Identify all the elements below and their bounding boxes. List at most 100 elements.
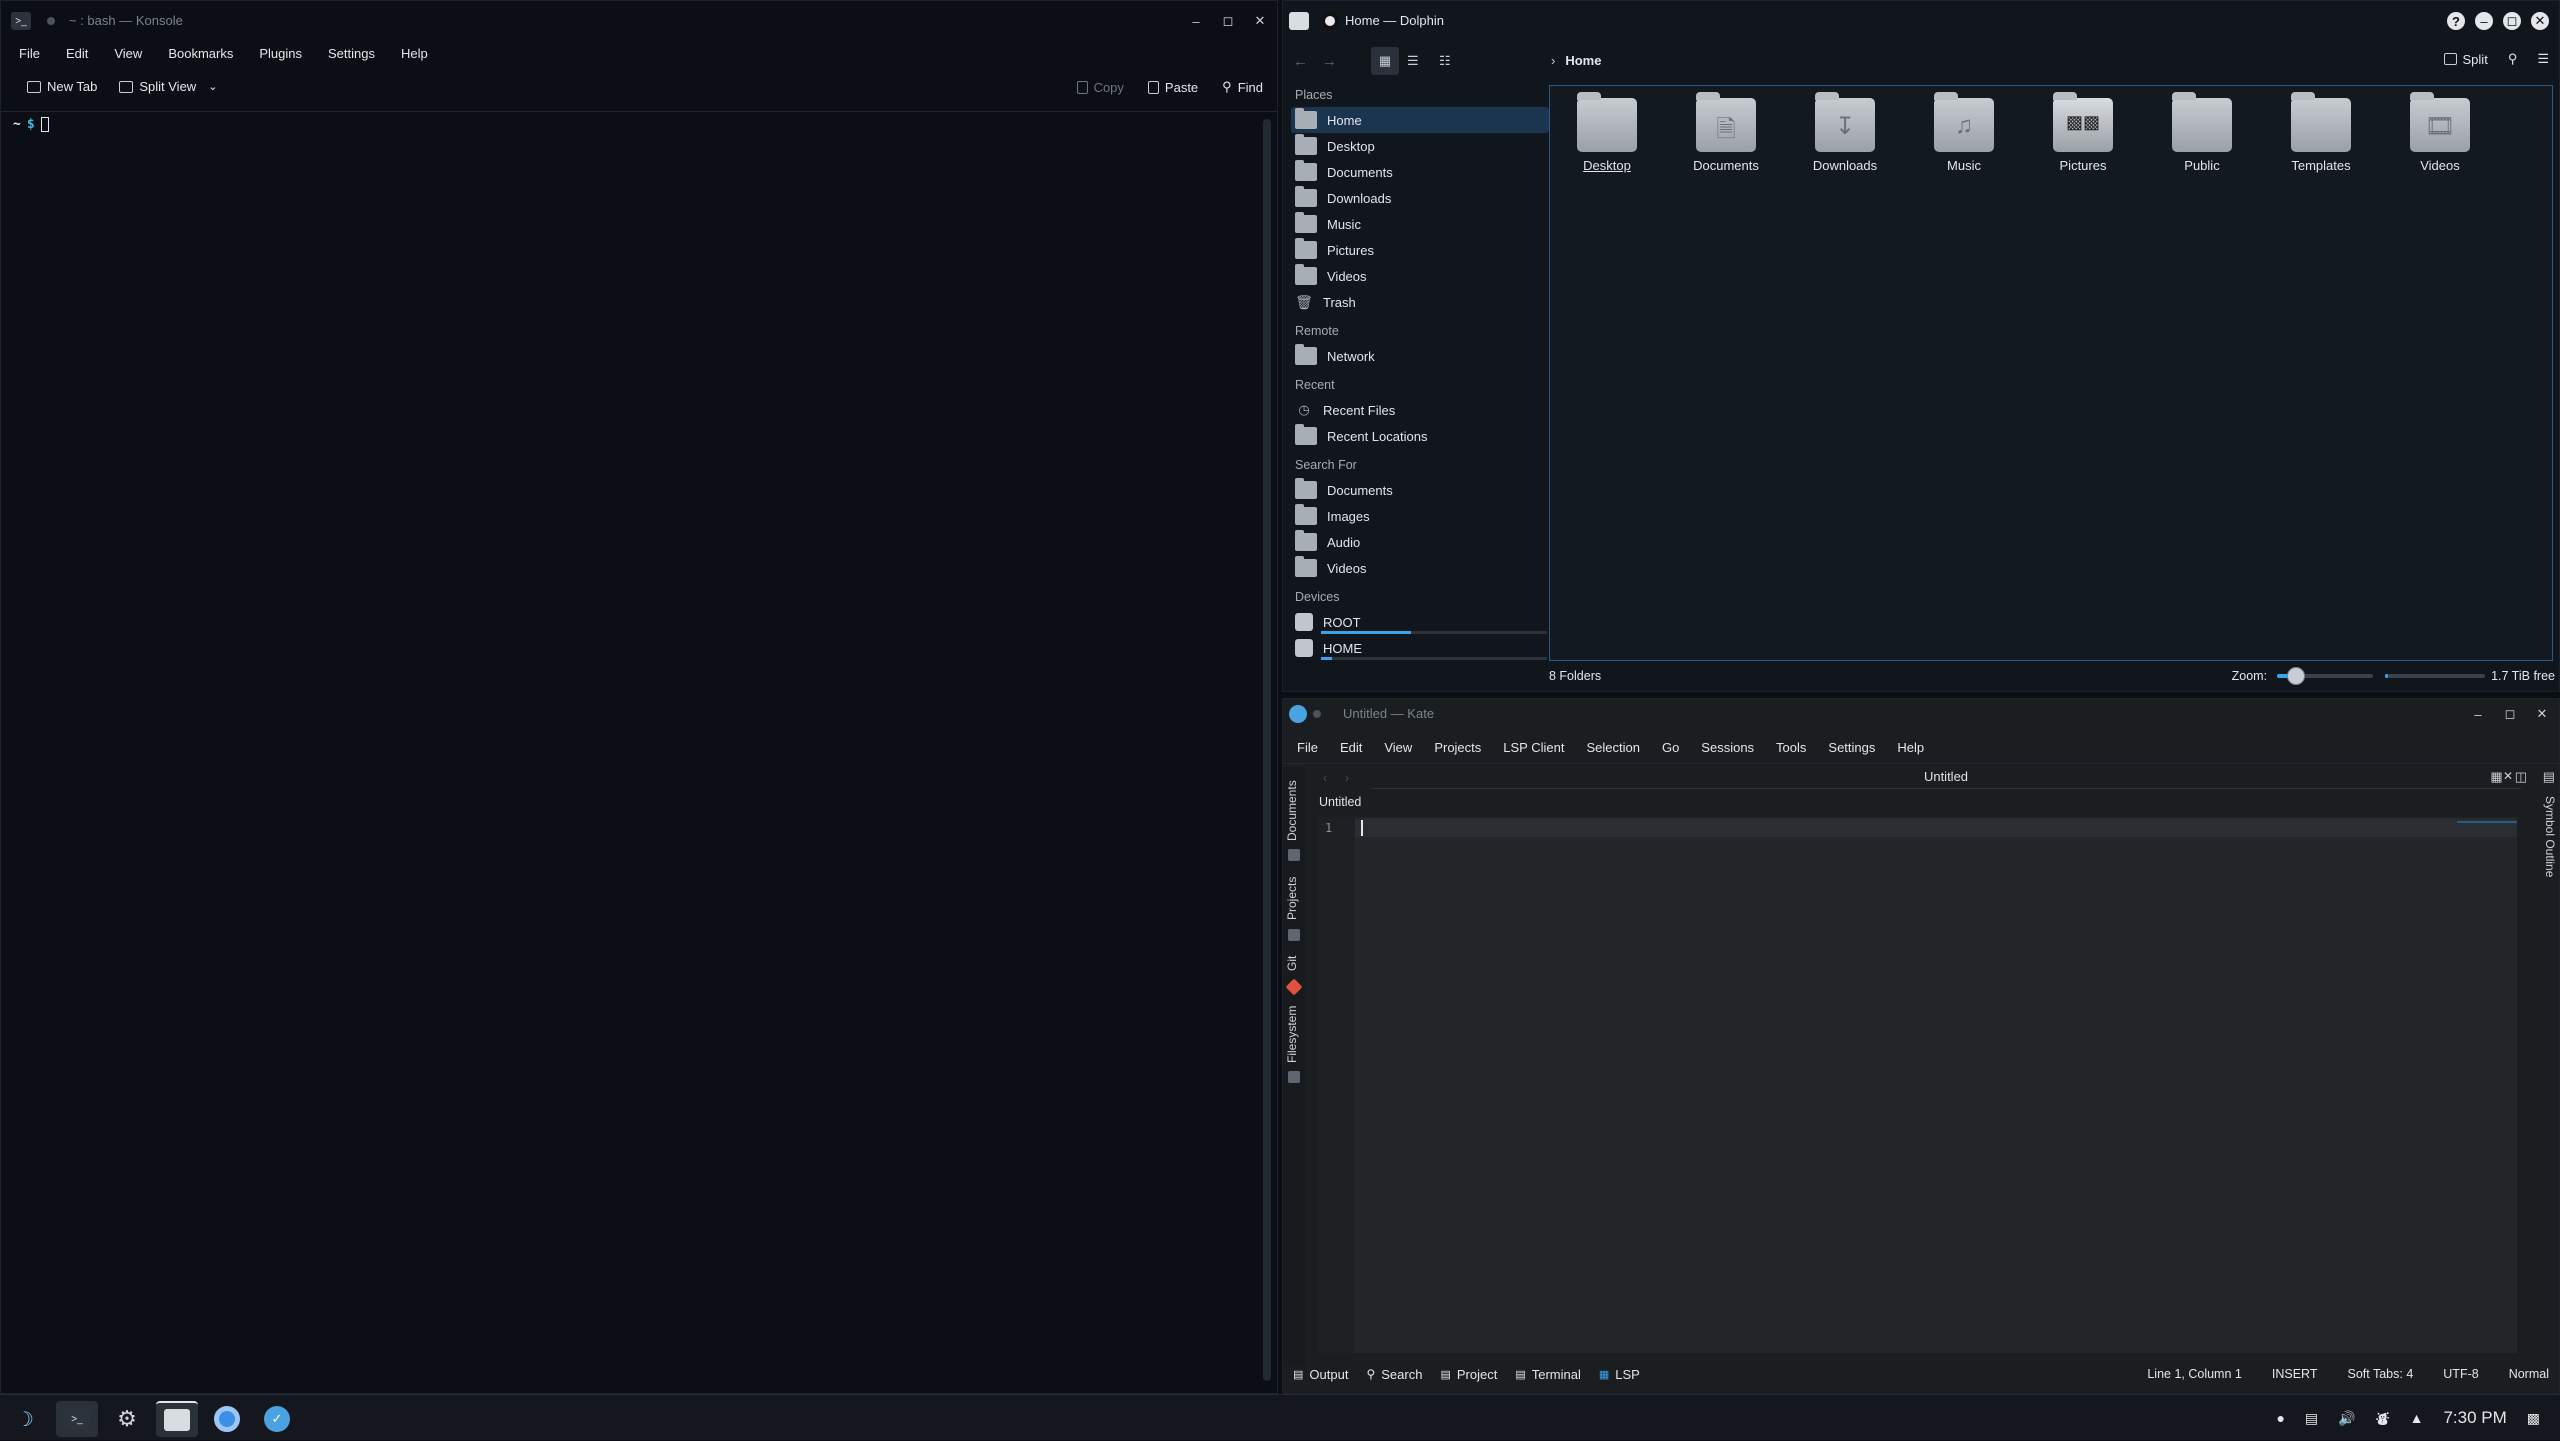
menu-selection[interactable]: Selection (1586, 740, 1639, 755)
back-icon[interactable]: ← (1293, 53, 1308, 70)
sidebar-tab-filesystem[interactable]: Filesystem (1285, 999, 1303, 1069)
menu-view[interactable]: View (1384, 740, 1412, 755)
menu-view[interactable]: View (114, 46, 142, 61)
clock[interactable]: 7:30 PM (2443, 1408, 2506, 1428)
indentation[interactable]: Soft Tabs: 4 (2347, 1367, 2413, 1381)
search-icon[interactable]: ⚲ (2508, 51, 2518, 67)
sidebar-tab-documents[interactable]: Documents (1285, 775, 1303, 847)
search-documents[interactable]: Documents (1291, 477, 1549, 503)
split-view-button[interactable]: Split View ⌄ (119, 79, 217, 94)
paste-button[interactable]: Paste (1147, 79, 1198, 95)
hamburger-menu-icon[interactable]: ☰ (2537, 51, 2549, 67)
network-icon[interactable]: ⛇ (2376, 1408, 2390, 1429)
sidebar-tab-symbol-outline[interactable]: Symbol Outline (2539, 787, 2557, 887)
steam-icon[interactable]: ● (2276, 1410, 2284, 1426)
outline-icon[interactable]: ▤ (2543, 769, 2555, 785)
project-tab[interactable]: ▤ Project (1440, 1367, 1497, 1382)
search-images[interactable]: Images (1291, 503, 1549, 529)
folder-videos[interactable]: 🎞 Videos (2385, 92, 2495, 173)
place-pictures[interactable]: Pictures (1291, 237, 1549, 263)
folder-templates[interactable]: Templates (2266, 92, 2376, 173)
help-icon[interactable]: ? (2447, 12, 2465, 30)
place-recent-files[interactable]: ◷ Recent Files (1291, 397, 1549, 423)
close-button[interactable]: ✕ (2533, 705, 2551, 723)
place-network[interactable]: Network (1291, 343, 1549, 369)
lsp-tab[interactable]: ▦ LSP (1599, 1367, 1640, 1382)
terminal-scrollbar[interactable] (1263, 119, 1271, 1381)
sidebar-tab-git[interactable]: Git (1285, 947, 1303, 979)
chevron-down-icon[interactable]: ⌄ (208, 80, 217, 93)
folder-view[interactable]: Desktop 🗎 Documents ↧ Downloads ♫ Music ▩▩ P… (1549, 85, 2553, 661)
menu-edit[interactable]: Edit (66, 46, 88, 61)
split-icon[interactable]: ◫ (2515, 769, 2527, 785)
pin-icon[interactable] (1321, 12, 1339, 30)
input-mode[interactable]: Normal (2509, 1367, 2549, 1381)
task-kate[interactable]: ✓ (256, 1401, 298, 1437)
menu-help[interactable]: Help (1897, 740, 1924, 755)
menu-tools[interactable]: Tools (1776, 740, 1806, 755)
place-videos[interactable]: Videos (1291, 263, 1549, 289)
encoding[interactable]: UTF-8 (2443, 1367, 2478, 1381)
menu-settings[interactable]: Settings (328, 46, 375, 61)
icons-view-icon[interactable]: ▦ (1371, 47, 1399, 75)
menu-file[interactable]: File (1297, 740, 1318, 755)
terminal-area[interactable]: ~ $ (5, 113, 1255, 1391)
close-button[interactable]: ✕ (1251, 12, 1269, 30)
folder-documents[interactable]: 🗎 Documents (1671, 92, 1781, 173)
place-documents[interactable]: Documents (1291, 159, 1549, 185)
terminal-tab[interactable]: ▤ Terminal (1515, 1367, 1581, 1382)
details-view-icon[interactable]: ☰ (1407, 53, 1419, 69)
folder-music[interactable]: ♫ Music (1909, 92, 2019, 173)
menu-file[interactable]: File (19, 46, 40, 61)
place-downloads[interactable]: Downloads (1291, 185, 1549, 211)
sidebar-tab-projects[interactable]: Projects (1285, 869, 1303, 927)
folder-public[interactable]: Public (2147, 92, 2257, 173)
new-tab-icon[interactable]: ▦ (2490, 769, 2502, 785)
minimize-button[interactable]: – (1187, 12, 1205, 30)
minimap[interactable] (2457, 817, 2517, 823)
tab-back-icon[interactable]: ‹ (1323, 771, 1327, 785)
device-home[interactable]: HOME (1291, 635, 1549, 661)
tab-forward-icon[interactable]: › (1345, 771, 1349, 785)
breadcrumb-home[interactable]: Home (1565, 53, 1601, 68)
app-launcher-button[interactable]: ☽ (4, 1401, 46, 1437)
search-tab[interactable]: ⚲ Search (1366, 1367, 1422, 1382)
output-tab[interactable]: ▤ Output (1293, 1367, 1348, 1382)
maximize-button[interactable]: ◻ (1219, 12, 1237, 30)
new-tab-button[interactable]: New Tab (27, 79, 97, 94)
folder-pictures[interactable]: ▩▩ Pictures (2028, 92, 2138, 173)
task-konsole[interactable]: >_ (56, 1401, 98, 1437)
forward-icon[interactable]: → (1322, 53, 1337, 70)
menu-projects[interactable]: Projects (1434, 740, 1481, 755)
copy-button[interactable]: Copy (1076, 79, 1124, 95)
search-audio[interactable]: Audio (1291, 529, 1549, 555)
edit-mode[interactable]: INSERT (2272, 1367, 2318, 1381)
menu-help[interactable]: Help (401, 46, 428, 61)
close-button[interactable]: ✕ (2531, 12, 2549, 30)
menu-bookmarks[interactable]: Bookmarks (168, 46, 233, 61)
notifications-icon[interactable]: ▩ (2527, 1410, 2540, 1427)
find-button[interactable]: ⚲ Find (1222, 79, 1263, 95)
tab-untitled[interactable]: Untitled ✕ (1371, 765, 2521, 789)
place-trash[interactable]: 🗑 Trash (1291, 289, 1549, 315)
pin-icon[interactable] (1313, 710, 1321, 718)
device-root[interactable]: ROOT (1291, 609, 1549, 635)
dolphin-titlebar[interactable]: Home — Dolphin ? – ◻ ✕ (1283, 1, 2559, 41)
menu-go[interactable]: Go (1662, 740, 1679, 755)
menu-plugins[interactable]: Plugins (259, 46, 302, 61)
minimize-button[interactable]: – (2469, 705, 2487, 723)
place-desktop[interactable]: Desktop (1291, 133, 1549, 159)
text-editor[interactable]: 1 (1319, 817, 2517, 1353)
minimize-button[interactable]: – (2475, 12, 2493, 30)
search-videos[interactable]: Videos (1291, 555, 1549, 581)
place-recent-locations[interactable]: Recent Locations (1291, 423, 1549, 449)
tray-expand-icon[interactable]: ▲ (2410, 1410, 2424, 1426)
pin-icon[interactable] (47, 17, 55, 25)
cursor-position[interactable]: Line 1, Column 1 (2147, 1367, 2242, 1381)
place-home[interactable]: Home (1291, 107, 1549, 133)
menu-settings[interactable]: Settings (1828, 740, 1875, 755)
task-chromium[interactable] (206, 1401, 248, 1437)
zoom-slider[interactable] (2277, 667, 2374, 685)
tree-view-icon[interactable]: ☷ (1439, 53, 1451, 69)
kate-titlebar[interactable]: Untitled — Kate – ◻ ✕ (1283, 699, 2559, 729)
